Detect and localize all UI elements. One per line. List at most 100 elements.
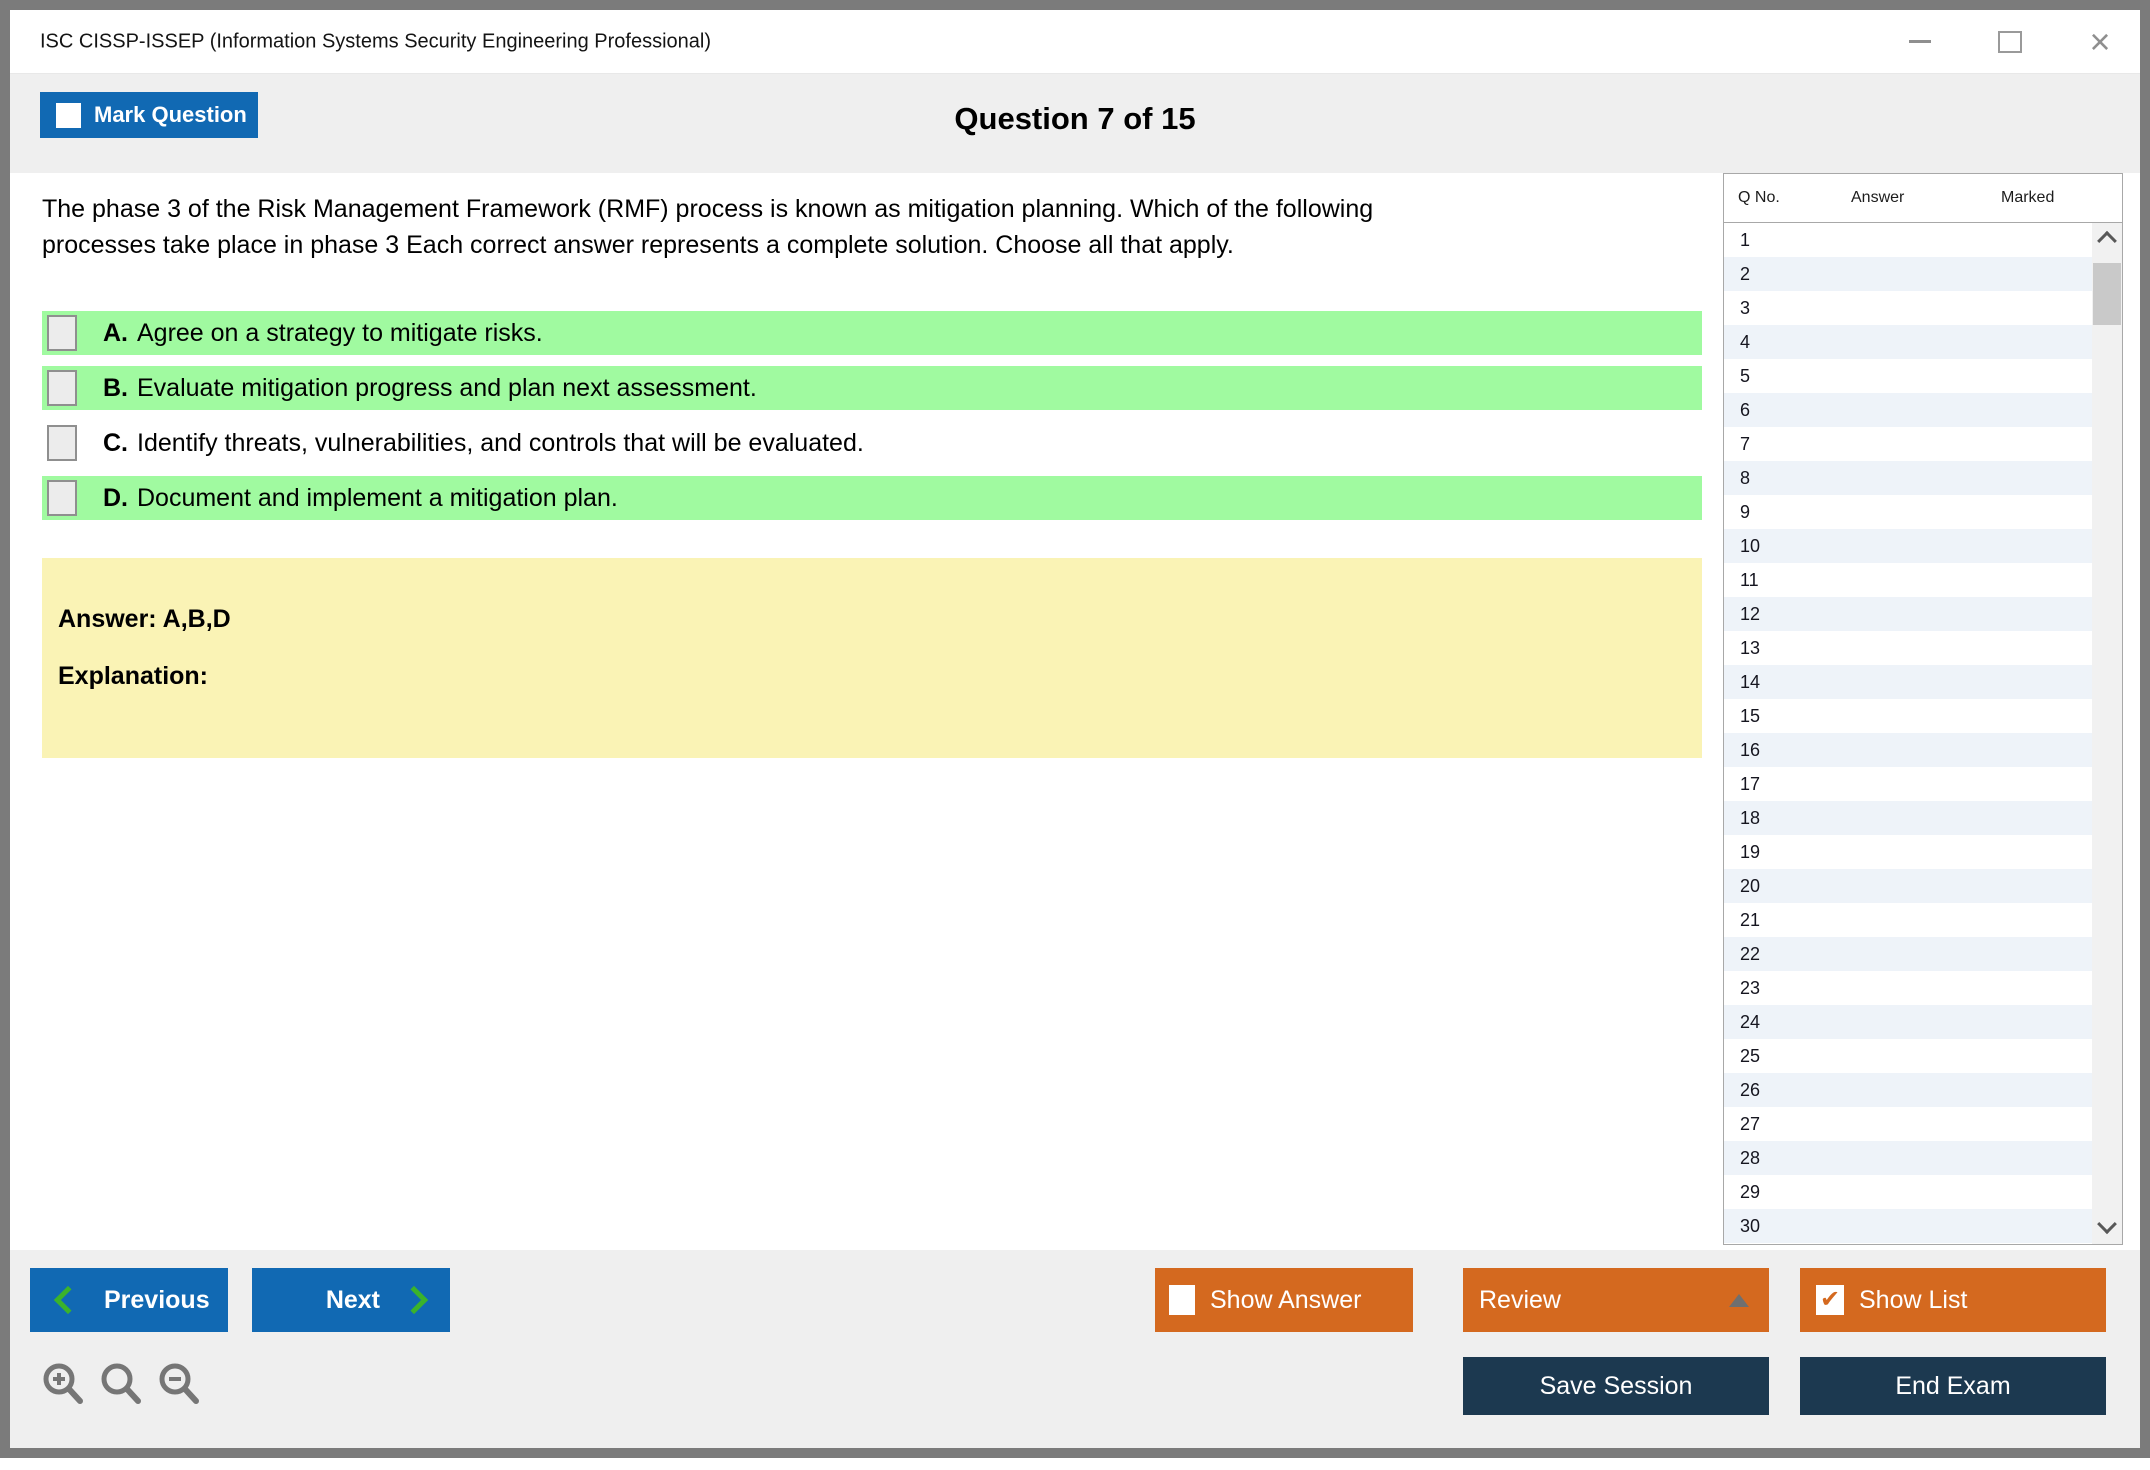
qlist-row[interactable]: 29 [1724, 1175, 2092, 1209]
qlist-number: 18 [1740, 808, 1760, 829]
column-header-answer: Answer [1851, 189, 2001, 207]
qlist-number: 24 [1740, 1012, 1760, 1033]
review-label: Review [1479, 1286, 1561, 1315]
qlist-number: 9 [1740, 502, 1750, 523]
show-list-checkbox[interactable]: ✔ [1816, 1285, 1844, 1315]
scroll-up-button[interactable] [2092, 223, 2122, 253]
qlist-row[interactable]: 19 [1724, 835, 2092, 869]
save-session-button[interactable]: Save Session [1463, 1357, 1769, 1415]
scrollbar-thumb[interactable] [2093, 263, 2121, 325]
end-exam-label: End Exam [1895, 1372, 2010, 1401]
column-header-marked: Marked [2001, 189, 2122, 207]
answer-option-row[interactable]: C.Identify threats, vulnerabilities, and… [42, 421, 1702, 465]
end-exam-button[interactable]: End Exam [1800, 1357, 2106, 1415]
qlist-number: 27 [1740, 1114, 1760, 1135]
chevron-up-icon [2097, 231, 2117, 251]
qlist-row[interactable]: 11 [1724, 563, 2092, 597]
scrollbar[interactable] [2092, 223, 2122, 1244]
minimize-button[interactable] [1898, 20, 1942, 64]
qlist-row[interactable]: 20 [1724, 869, 2092, 903]
app-window: ISC CISSP-ISSEP (Information Systems Sec… [0, 0, 2150, 1458]
question-counter: Question 7 of 15 [10, 101, 2140, 137]
qlist-row[interactable]: 30 [1724, 1209, 2092, 1243]
question-text-line: The phase 3 of the Risk Management Frame… [42, 191, 1702, 227]
qlist-number: 20 [1740, 876, 1760, 897]
answer-option-row[interactable]: A.Agree on a strategy to mitigate risks. [42, 311, 1702, 355]
zoom-reset-button[interactable] [98, 1360, 146, 1410]
checkmark-icon: ✔ [1820, 1288, 1840, 1312]
qlist-number: 7 [1740, 434, 1750, 455]
qlist-row[interactable]: 13 [1724, 631, 2092, 665]
question-area: The phase 3 of the Risk Management Frame… [42, 173, 1702, 758]
qlist-number: 21 [1740, 910, 1760, 931]
chevron-down-icon [2097, 1214, 2117, 1234]
qlist-row[interactable]: 7 [1724, 427, 2092, 461]
qlist-row[interactable]: 1 [1724, 223, 2092, 257]
maximize-icon [1998, 31, 2022, 53]
option-letter: A. [103, 319, 128, 348]
qlist-row[interactable]: 22 [1724, 937, 2092, 971]
option-letter: B. [103, 374, 128, 403]
qlist-row[interactable]: 12 [1724, 597, 2092, 631]
answer-box: Answer: A,B,D Explanation: [42, 558, 1702, 758]
qlist-row[interactable]: 8 [1724, 461, 2092, 495]
column-header-qno: Q No. [1738, 189, 1851, 207]
close-button[interactable]: × [2078, 20, 2122, 64]
qlist-number: 1 [1740, 230, 1750, 251]
footer-bar: Previous Next [10, 1250, 2140, 1448]
zoom-out-button[interactable] [156, 1360, 204, 1410]
qlist-number: 12 [1740, 604, 1760, 625]
qlist-row[interactable]: 23 [1724, 971, 2092, 1005]
qlist-row[interactable]: 6 [1724, 393, 2092, 427]
review-button[interactable]: Review [1463, 1268, 1769, 1332]
show-answer-button[interactable]: Show Answer [1155, 1268, 1413, 1332]
qlist-number: 23 [1740, 978, 1760, 999]
qlist-row[interactable]: 25 [1724, 1039, 2092, 1073]
zoom-out-icon [156, 1360, 204, 1410]
main-content: The phase 3 of the Risk Management Frame… [10, 173, 2140, 1250]
option-text: Identify threats, vulnerabilities, and c… [137, 429, 864, 458]
qlist-number: 10 [1740, 536, 1760, 557]
magnifier-icon [98, 1360, 146, 1410]
qlist-row[interactable]: 24 [1724, 1005, 2092, 1039]
qlist-row[interactable]: 28 [1724, 1141, 2092, 1175]
qlist-row[interactable]: 5 [1724, 359, 2092, 393]
window-title: ISC CISSP-ISSEP (Information Systems Sec… [40, 30, 711, 53]
qlist-row[interactable]: 15 [1724, 699, 2092, 733]
qlist-number: 4 [1740, 332, 1750, 353]
show-answer-label: Show Answer [1210, 1286, 1361, 1315]
next-button[interactable]: Next [252, 1268, 450, 1332]
qlist-number: 11 [1740, 570, 1759, 591]
qlist-row[interactable]: 9 [1724, 495, 2092, 529]
title-bar: ISC CISSP-ISSEP (Information Systems Sec… [10, 10, 2140, 74]
qlist-number: 5 [1740, 366, 1750, 387]
option-checkbox[interactable] [47, 425, 77, 461]
option-checkbox[interactable] [47, 315, 77, 351]
answer-option-row[interactable]: D.Document and implement a mitigation pl… [42, 476, 1702, 520]
option-checkbox[interactable] [47, 370, 77, 406]
qlist-row[interactable]: 26 [1724, 1073, 2092, 1107]
zoom-in-button[interactable] [40, 1360, 88, 1410]
qlist-row[interactable]: 2 [1724, 257, 2092, 291]
qlist-row[interactable]: 14 [1724, 665, 2092, 699]
explanation-label: Explanation: [58, 662, 1702, 691]
qlist-row[interactable]: 27 [1724, 1107, 2092, 1141]
qlist-row[interactable]: 21 [1724, 903, 2092, 937]
qlist-row[interactable]: 3 [1724, 291, 2092, 325]
show-answer-checkbox[interactable] [1169, 1285, 1195, 1315]
show-list-button[interactable]: ✔ Show List [1800, 1268, 2106, 1332]
option-checkbox[interactable] [47, 480, 77, 516]
qlist-row[interactable]: 10 [1724, 529, 2092, 563]
option-letter: D. [103, 484, 128, 513]
maximize-button[interactable] [1988, 20, 2032, 64]
chevron-right-icon [400, 1286, 428, 1314]
qlist-row[interactable]: 16 [1724, 733, 2092, 767]
chevron-left-icon [54, 1286, 82, 1314]
qlist-row[interactable]: 18 [1724, 801, 2092, 835]
qlist-row[interactable]: 4 [1724, 325, 2092, 359]
answer-option-row[interactable]: B.Evaluate mitigation progress and plan … [42, 366, 1702, 410]
qlist-row[interactable]: 17 [1724, 767, 2092, 801]
previous-button[interactable]: Previous [30, 1268, 228, 1332]
qlist-number: 6 [1740, 400, 1750, 421]
scroll-down-button[interactable] [2092, 1212, 2122, 1242]
